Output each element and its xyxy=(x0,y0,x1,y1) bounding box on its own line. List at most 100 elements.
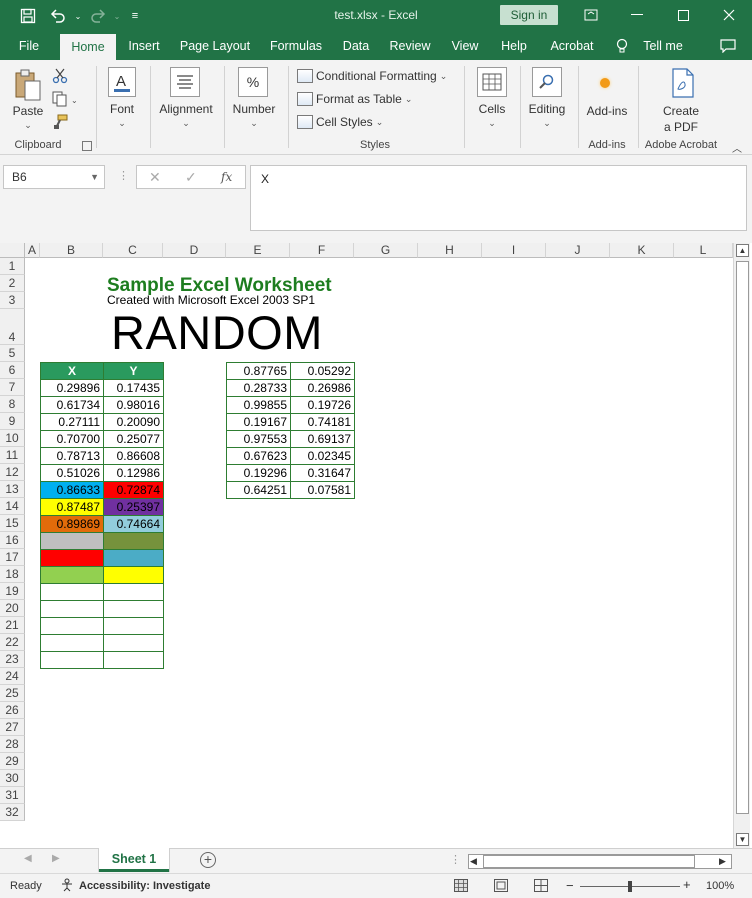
table2-cell[interactable]: 0.19726 xyxy=(290,396,355,414)
zoom-slider-thumb[interactable] xyxy=(628,881,632,892)
table1-cell[interactable] xyxy=(103,532,164,550)
column-header-a[interactable]: A xyxy=(25,243,40,258)
row-header-20[interactable]: 20 xyxy=(0,600,25,617)
row-header-10[interactable]: 10 xyxy=(0,430,25,447)
font-button[interactable]: Font xyxy=(102,102,142,116)
table1-cell[interactable]: 0.20090 xyxy=(103,413,164,431)
formula-bar-resize-icon[interactable]: ⋮ xyxy=(118,169,129,182)
row-header-9[interactable]: 9 xyxy=(0,413,25,430)
alignment-icon[interactable] xyxy=(170,67,200,97)
tell-me-search[interactable]: Tell me xyxy=(636,32,690,60)
normal-view-icon[interactable] xyxy=(454,879,468,895)
scroll-up-icon[interactable]: ▲ xyxy=(736,244,749,257)
add-ins-button[interactable]: Add-ins xyxy=(582,104,632,118)
format-as-table-button[interactable]: Format as Table ⌄ xyxy=(297,89,412,109)
table1-cell[interactable]: 0.89869 xyxy=(40,515,104,533)
row-header-27[interactable]: 27 xyxy=(0,719,25,736)
table1-cell[interactable] xyxy=(40,532,104,550)
font-icon[interactable]: A xyxy=(108,67,136,97)
enter-icon[interactable]: ✓ xyxy=(185,169,197,186)
table2-cell[interactable]: 0.64251 xyxy=(226,481,291,499)
row-header-3[interactable]: 3 xyxy=(0,292,25,309)
search-icon[interactable] xyxy=(532,67,562,97)
table1-cell[interactable]: 0.86608 xyxy=(103,447,164,465)
formula-input[interactable]: X xyxy=(250,165,747,231)
create-pdf-label-2[interactable]: a PDF xyxy=(650,120,712,134)
tab-data[interactable]: Data xyxy=(336,32,376,60)
cell-styles-button[interactable]: Cell Styles ⌄ xyxy=(297,112,383,132)
table1-cell[interactable] xyxy=(103,634,164,652)
close-icon[interactable] xyxy=(706,0,752,30)
row-header-22[interactable]: 22 xyxy=(0,634,25,651)
row-header-32[interactable]: 32 xyxy=(0,804,25,821)
clipboard-launcher-icon[interactable] xyxy=(82,141,92,151)
add-sheet-icon[interactable]: + xyxy=(200,852,216,868)
row-header-18[interactable]: 18 xyxy=(0,566,25,583)
table1-cell[interactable] xyxy=(103,617,164,635)
prev-sheet-icon[interactable]: ◀ xyxy=(24,853,32,864)
worksheet-grid[interactable]: Sample Excel Worksheet Created with Micr… xyxy=(0,243,752,848)
column-header-h[interactable]: H xyxy=(418,243,482,258)
table2-cell[interactable]: 0.07581 xyxy=(290,481,355,499)
column-header-b[interactable]: B xyxy=(40,243,103,258)
row-header-1[interactable]: 1 xyxy=(0,258,25,275)
table1-cell[interactable]: 0.27111 xyxy=(40,413,104,431)
row-header-8[interactable]: 8 xyxy=(0,396,25,413)
accessibility-status[interactable]: Accessibility: Investigate xyxy=(79,880,210,892)
row-header-12[interactable]: 12 xyxy=(0,464,25,481)
table2-cell[interactable]: 0.67623 xyxy=(226,447,291,465)
font-dropdown-icon[interactable]: ⌄ xyxy=(116,118,128,129)
column-header-j[interactable]: J xyxy=(546,243,610,258)
ribbon-display-options-icon[interactable] xyxy=(568,0,614,30)
table1-cell[interactable] xyxy=(103,651,164,669)
table1-cell[interactable] xyxy=(103,566,164,584)
paste-dropdown-icon[interactable]: ⌄ xyxy=(22,120,34,131)
table1-cell[interactable]: 0.87487 xyxy=(40,498,104,516)
cut-icon[interactable] xyxy=(52,68,68,84)
row-header-15[interactable]: 15 xyxy=(0,515,25,532)
table1-cell[interactable] xyxy=(40,566,104,584)
accessibility-icon[interactable] xyxy=(60,878,76,895)
conditional-formatting-button[interactable]: Conditional Formatting ⌄ xyxy=(297,66,447,86)
table1-cell[interactable] xyxy=(40,634,104,652)
table2-cell[interactable]: 0.97553 xyxy=(226,430,291,448)
lightbulb-icon[interactable] xyxy=(612,32,632,60)
cells-button[interactable]: Cells xyxy=(470,102,514,116)
row-header-7[interactable]: 7 xyxy=(0,379,25,396)
table1-cell[interactable] xyxy=(103,549,164,567)
row-header-11[interactable]: 11 xyxy=(0,447,25,464)
vertical-scroll-thumb[interactable] xyxy=(736,261,749,814)
next-sheet-icon[interactable]: ▶ xyxy=(52,853,60,864)
row-header-28[interactable]: 28 xyxy=(0,736,25,753)
table2-cell[interactable]: 0.05292 xyxy=(290,362,355,380)
table2-cell[interactable]: 0.74181 xyxy=(290,413,355,431)
table1-cell[interactable]: 0.70700 xyxy=(40,430,104,448)
editing-button[interactable]: Editing xyxy=(524,102,570,116)
row-header-17[interactable]: 17 xyxy=(0,549,25,566)
row-header-24[interactable]: 24 xyxy=(0,668,25,685)
table2-cell[interactable]: 0.19167 xyxy=(226,413,291,431)
row-header-21[interactable]: 21 xyxy=(0,617,25,634)
tab-help[interactable]: Help xyxy=(494,32,534,60)
vertical-scrollbar[interactable]: ▲ ▼ xyxy=(733,243,750,848)
table1-cell[interactable] xyxy=(40,651,104,669)
tab-file[interactable]: File xyxy=(8,32,50,60)
table1-cell[interactable]: 0.98016 xyxy=(103,396,164,414)
copy-icon[interactable]: ⌄ xyxy=(52,91,78,107)
tab-view[interactable]: View xyxy=(444,32,486,60)
table1-cell[interactable]: 0.86633 xyxy=(40,481,104,499)
column-header-e[interactable]: E xyxy=(226,243,290,258)
sign-in-button[interactable]: Sign in xyxy=(500,5,558,25)
table1-cell[interactable] xyxy=(40,583,104,601)
table1-cell[interactable]: 0.78713 xyxy=(40,447,104,465)
hscroll-resize-icon[interactable]: ⋮ xyxy=(450,853,461,866)
paste-button[interactable]: Paste xyxy=(10,104,46,118)
table2-cell[interactable]: 0.02345 xyxy=(290,447,355,465)
row-header-19[interactable]: 19 xyxy=(0,583,25,600)
column-header-i[interactable]: I xyxy=(482,243,546,258)
alignment-button[interactable]: Alignment xyxy=(154,102,218,116)
page-break-view-icon[interactable] xyxy=(534,879,548,895)
maximize-icon[interactable] xyxy=(660,0,706,30)
add-ins-icon[interactable] xyxy=(600,78,610,88)
row-header-5[interactable]: 5 xyxy=(0,345,25,362)
